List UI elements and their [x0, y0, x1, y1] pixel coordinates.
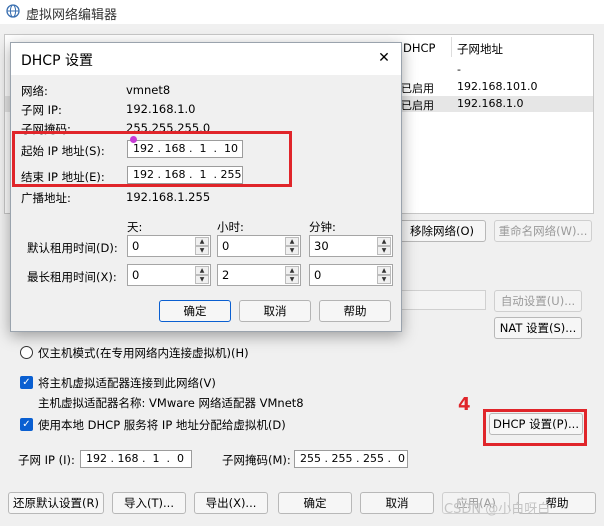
spin-up-icon[interactable]: ▲ — [377, 237, 391, 246]
row-2-subnet: 192.168.101.0 — [457, 80, 538, 93]
restore-defaults-button[interactable]: 还原默认设置(R) — [8, 492, 104, 514]
subnet-ip-value: 192.168.1.0 — [126, 102, 196, 116]
default-lease-minutes-stepper[interactable]: 30 ▲ ▼ — [309, 235, 393, 257]
subnet-ip-label: 子网 IP (I): — [18, 453, 75, 467]
column-header-dhcp[interactable]: DHCP — [403, 41, 435, 55]
spin-up-icon[interactable]: ▲ — [195, 266, 209, 275]
column-header-subnet[interactable]: 子网地址 — [457, 41, 503, 57]
use-dhcp-checkbox[interactable]: ✓ — [20, 418, 33, 431]
default-lease-minutes-value[interactable]: 30 — [314, 239, 329, 253]
host-only-label[interactable]: 仅主机模式(在专用网络内连接虚拟机)(H) — [38, 345, 249, 361]
dhcp-button-highlight — [483, 409, 587, 446]
spin-up-icon[interactable]: ▲ — [285, 266, 299, 275]
host-only-radio[interactable] — [20, 346, 33, 359]
dialog-title: DHCP 设置 — [21, 53, 93, 69]
remove-network-button[interactable]: 移除网络(O) — [398, 220, 486, 242]
spin-arrows[interactable]: ▲ ▼ — [285, 237, 299, 255]
spin-arrows[interactable]: ▲ ▼ — [195, 266, 209, 284]
max-lease-minutes-stepper[interactable]: 0 ▲ ▼ — [309, 264, 393, 286]
broadcast-label: 广播地址: — [21, 191, 71, 205]
broadcast-value: 192.168.1.255 — [126, 190, 211, 204]
spin-down-icon[interactable]: ▼ — [377, 275, 391, 284]
row-3-subnet: 192.168.1.0 — [457, 97, 524, 110]
column-separator — [451, 37, 452, 57]
default-lease-hours-value[interactable]: 0 — [222, 239, 229, 253]
days-header: 天: — [127, 220, 143, 234]
max-lease-label: 最长租用时间(X): — [27, 270, 117, 284]
spin-down-icon[interactable]: ▼ — [285, 246, 299, 255]
cursor-marker — [130, 136, 137, 143]
dialog-ok-button[interactable]: 确定 — [159, 300, 231, 322]
spin-arrows[interactable]: ▲ ▼ — [195, 237, 209, 255]
subnet-ip-label: 子网 IP: — [21, 103, 62, 117]
dhcp-settings-dialog: DHCP 设置 ✕ 网络: vmnet8 子网 IP: 192.168.1.0 … — [10, 42, 402, 332]
watermark: CSDN @小白呀白 — [444, 502, 551, 517]
row-1-subnet: - — [457, 63, 461, 76]
network-label: 网络: — [21, 84, 48, 98]
bridge-target-select[interactable] — [400, 290, 486, 310]
spin-up-icon[interactable]: ▲ — [377, 266, 391, 275]
connect-adapter-checkbox[interactable]: ✓ — [20, 376, 33, 389]
max-lease-hours-value[interactable]: 2 — [222, 268, 229, 282]
subnet-mask-label: 子网掩码(M): — [222, 453, 291, 467]
row-2-dhcp: 已启用 — [401, 82, 434, 95]
spin-arrows[interactable]: ▲ ▼ — [285, 266, 299, 284]
max-lease-days-value[interactable]: 0 — [132, 268, 139, 282]
ip-range-highlight — [12, 131, 292, 187]
network-value: vmnet8 — [126, 83, 171, 97]
step-number-label: 4 — [458, 394, 471, 415]
max-lease-minutes-value[interactable]: 0 — [314, 268, 321, 282]
window-title: 虚拟网络编辑器 — [26, 8, 118, 23]
subnet-ip-input[interactable]: 192 . 168 . 1 . 0 — [80, 450, 192, 468]
spin-down-icon[interactable]: ▼ — [377, 246, 391, 255]
default-lease-label: 默认租用时间(D): — [27, 241, 118, 255]
auto-settings-button[interactable]: 自动设置(U)... — [494, 290, 582, 312]
max-lease-days-stepper[interactable]: 0 ▲ ▼ — [127, 264, 211, 286]
dialog-cancel-button[interactable]: 取消 — [239, 300, 311, 322]
import-button[interactable]: 导入(T)... — [112, 492, 186, 514]
connect-adapter-label[interactable]: 将主机虚拟适配器连接到此网络(V) — [38, 375, 216, 391]
adapter-name-label: 主机虚拟适配器名称: VMware 网络适配器 VMnet8 — [38, 396, 304, 410]
spin-down-icon[interactable]: ▼ — [195, 246, 209, 255]
close-icon[interactable]: ✕ — [373, 48, 395, 68]
hours-header: 小时: — [217, 220, 244, 234]
row-3-dhcp: 已启用 — [401, 99, 434, 112]
spin-up-icon[interactable]: ▲ — [195, 237, 209, 246]
spin-down-icon[interactable]: ▼ — [285, 275, 299, 284]
subnet-mask-input[interactable]: 255 . 255 . 255 . 0 — [294, 450, 408, 468]
export-button[interactable]: 导出(X)... — [194, 492, 268, 514]
max-lease-hours-stepper[interactable]: 2 ▲ ▼ — [217, 264, 301, 286]
cancel-button[interactable]: 取消 — [360, 492, 434, 514]
window-titlebar: 虚拟网络编辑器 — [0, 0, 604, 24]
minutes-header: 分钟: — [309, 220, 336, 234]
nat-settings-button[interactable]: NAT 设置(S)... — [494, 317, 582, 339]
spin-down-icon[interactable]: ▼ — [195, 275, 209, 284]
dialog-help-button[interactable]: 帮助 — [319, 300, 391, 322]
globe-icon — [6, 4, 20, 18]
dialog-titlebar: DHCP 设置 ✕ — [11, 43, 401, 75]
ok-button[interactable]: 确定 — [278, 492, 352, 514]
use-dhcp-label[interactable]: 使用本地 DHCP 服务将 IP 地址分配给虚拟机(D) — [38, 417, 286, 433]
rename-network-button[interactable]: 重命名网络(W)... — [494, 220, 592, 242]
default-lease-days-value[interactable]: 0 — [132, 239, 139, 253]
default-lease-hours-stepper[interactable]: 0 ▲ ▼ — [217, 235, 301, 257]
default-lease-days-stepper[interactable]: 0 ▲ ▼ — [127, 235, 211, 257]
spin-arrows[interactable]: ▲ ▼ — [377, 266, 391, 284]
spin-up-icon[interactable]: ▲ — [285, 237, 299, 246]
spin-arrows[interactable]: ▲ ▼ — [377, 237, 391, 255]
